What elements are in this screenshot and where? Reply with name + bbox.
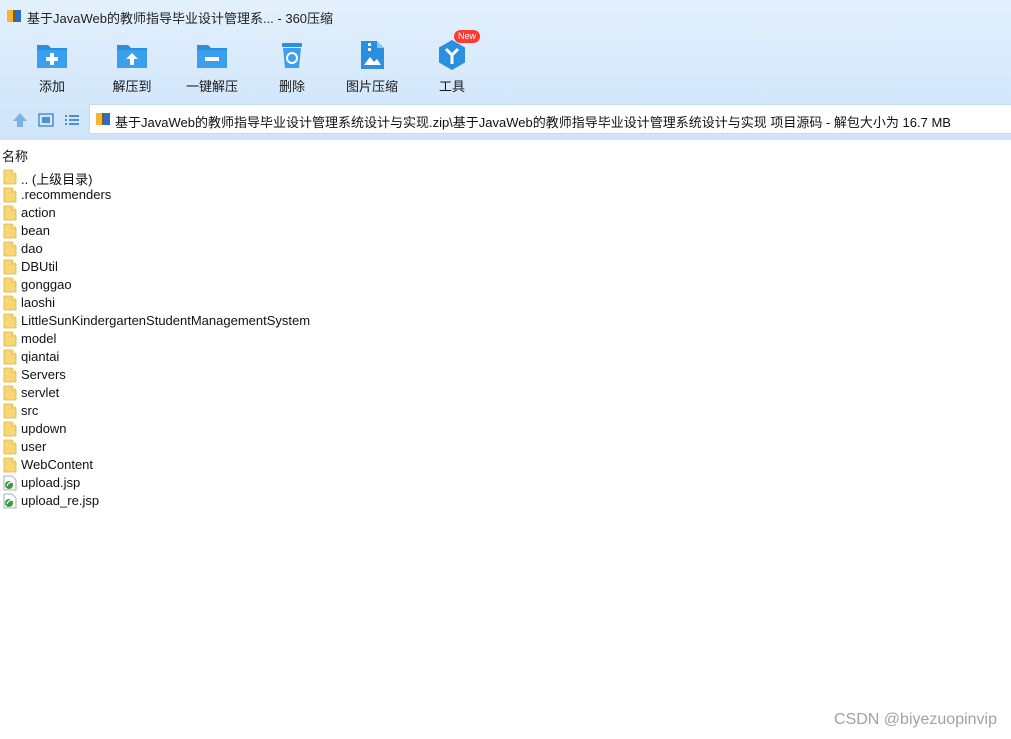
archive-icon (96, 113, 110, 125)
list-item-name: Servers (21, 367, 66, 382)
trash-icon (282, 43, 302, 68)
list-item[interactable]: Servers (3, 366, 403, 384)
folder-icon (3, 403, 17, 419)
title-bar: 基于JavaWeb的教师指导毕业设计管理系... - 360压缩 (0, 0, 1011, 32)
list-item-name: qiantai (21, 349, 60, 364)
one-click-extract-label: 一键解压 (185, 79, 238, 94)
list-item[interactable]: servlet (3, 384, 403, 402)
folder-icon (3, 349, 17, 365)
tools-label: 工具 (438, 79, 465, 94)
list-item[interactable]: updown (3, 420, 403, 438)
delete-label: 删除 (278, 79, 305, 94)
navigation-row: 基于JavaWeb的教师指导毕业设计管理系统设计与实现.zip\基于JavaWe… (0, 104, 1011, 136)
list-item[interactable]: dao (3, 240, 403, 258)
folder-icon (3, 187, 17, 203)
folder-icon (3, 313, 17, 329)
column-header-name[interactable]: 名称 (2, 146, 28, 165)
list-item-name: updown (21, 421, 67, 436)
image-compress-icon (361, 41, 384, 69)
list-item[interactable]: qiantai (3, 348, 403, 366)
list-item-name: DBUtil (21, 259, 58, 274)
image-compress-button[interactable]: 图片压缩 (332, 34, 412, 95)
folder-icon (3, 223, 17, 239)
folder-icon (3, 439, 17, 455)
tools-cube-icon (439, 40, 465, 70)
list-item[interactable]: WebContent (3, 456, 403, 474)
window-title: 基于JavaWeb的教师指导毕业设计管理系... - 360压缩 (27, 11, 334, 26)
folder-icon (3, 367, 17, 383)
list-item-name: model (21, 331, 57, 346)
new-badge: New (454, 30, 481, 43)
folder-icon (3, 331, 17, 347)
folder-icon (3, 259, 17, 275)
add-folder-icon (37, 45, 67, 68)
list-item[interactable]: laoshi (3, 294, 403, 312)
list-item-name: gonggao (21, 277, 72, 292)
list-item[interactable]: src (3, 402, 403, 420)
main-toolbar: 添加 解压到 一键解压 删除 图片压缩 工具 (0, 34, 520, 98)
list-item-name: servlet (21, 385, 60, 400)
list-item-name: LittleSunKindergartenStudentManagementSy… (21, 313, 311, 328)
extract-to-button[interactable]: 解压到 (92, 34, 172, 95)
image-compress-label: 图片压缩 (345, 79, 398, 94)
list-item[interactable]: user (3, 438, 403, 456)
list-item[interactable]: gonggao (3, 276, 403, 294)
folder-icon (3, 457, 17, 473)
one-click-extract-icon (197, 45, 227, 68)
file-list: .. (上级目录) .recommenders action bean dao DBUti… (3, 168, 403, 510)
tools-button[interactable]: 工具 (412, 34, 492, 95)
delete-button[interactable]: 删除 (252, 34, 332, 95)
list-item-name: upload_re.jsp (21, 493, 100, 508)
list-item[interactable]: bean (3, 222, 403, 240)
list-item-name: dao (21, 241, 43, 256)
list-view-icon[interactable] (63, 111, 81, 129)
folder-icon (3, 277, 17, 293)
list-item[interactable]: upload_re.jsp (3, 492, 403, 510)
list-item-name: user (21, 439, 47, 454)
path-text: 基于JavaWeb的教师指导毕业设计管理系统设计与实现.zip\基于JavaWe… (115, 115, 951, 130)
extract-folder-icon (117, 45, 147, 68)
list-item[interactable]: .recommenders (3, 186, 403, 204)
up-arrow-icon[interactable] (11, 111, 29, 129)
folder-icon (3, 385, 17, 401)
folder-icon (3, 169, 17, 185)
list-item-name: src (21, 403, 39, 418)
list-item[interactable]: model (3, 330, 403, 348)
folder-icon (3, 295, 17, 311)
list-item-name: .recommenders (21, 187, 112, 202)
list-item-name: upload.jsp (21, 475, 81, 490)
list-item[interactable]: .. (上级目录) (3, 168, 403, 187)
path-bar[interactable]: 基于JavaWeb的教师指导毕业设计管理系统设计与实现.zip\基于JavaWe… (89, 104, 1011, 134)
top-toolbar-area: 基于JavaWeb的教师指导毕业设计管理系... - 360压缩 添加 解压到 (0, 0, 1011, 140)
thumbnail-view-icon[interactable] (37, 111, 55, 129)
list-item-name: WebContent (21, 457, 94, 472)
list-item[interactable]: LittleSunKindergartenStudentManagementSy… (3, 312, 403, 330)
folder-icon (3, 241, 17, 257)
add-button[interactable]: 添加 (12, 34, 92, 95)
list-item-name: bean (21, 223, 50, 238)
folder-icon (3, 205, 17, 221)
list-item[interactable]: action (3, 204, 403, 222)
add-label: 添加 (38, 79, 65, 94)
jsp-file-icon (3, 475, 17, 491)
list-item[interactable]: DBUtil (3, 258, 403, 276)
jsp-file-icon (3, 493, 17, 509)
list-item[interactable]: upload.jsp (3, 474, 403, 492)
list-item-name: action (21, 205, 56, 220)
archive-app-icon (7, 10, 21, 22)
watermark: CSDN @biyezuopinvip (834, 711, 997, 728)
extract-to-label: 解压到 (112, 79, 152, 94)
folder-icon (3, 421, 17, 437)
list-item-name: laoshi (21, 295, 55, 310)
one-click-extract-button[interactable]: 一键解压 (172, 34, 252, 95)
